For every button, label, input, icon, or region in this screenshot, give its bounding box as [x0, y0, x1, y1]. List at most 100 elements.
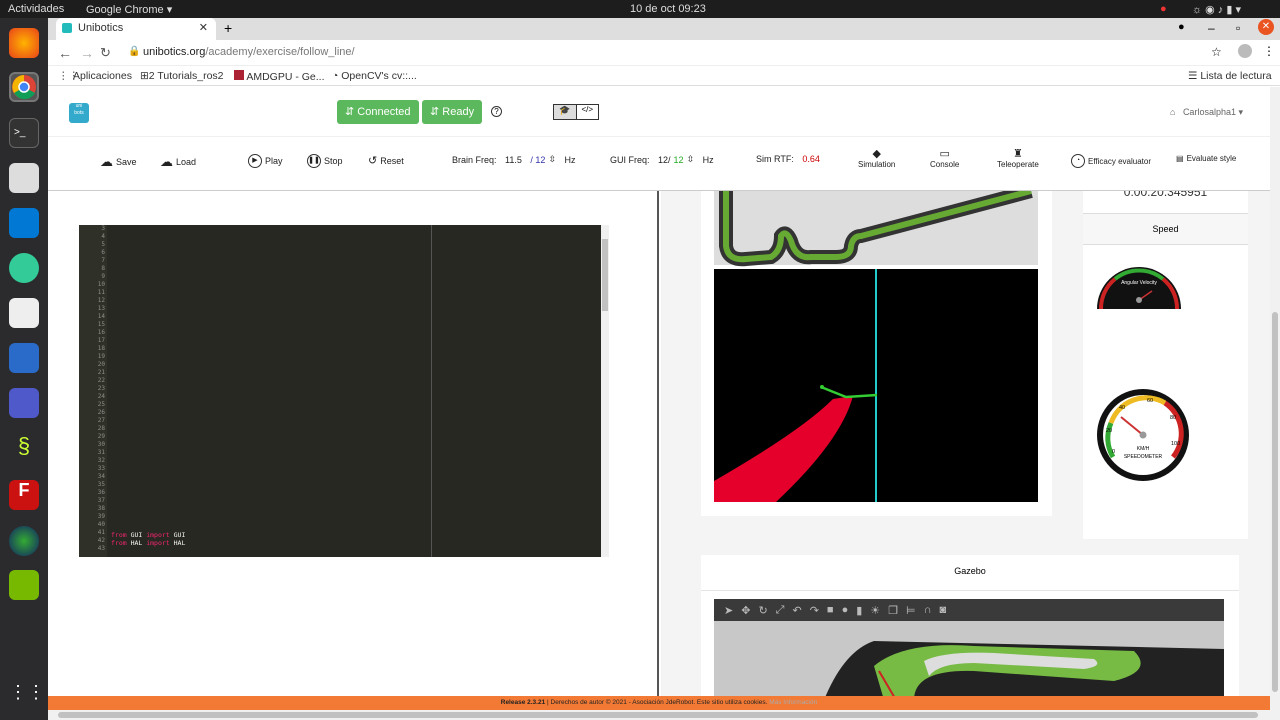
- close-tab-icon[interactable]: ✕: [199, 21, 208, 34]
- cylinder-shape-icon[interactable]: ▮: [856, 604, 862, 617]
- console-button[interactable]: ▭ Console: [930, 147, 959, 169]
- bookmark-opencv[interactable]: ◔ OpenCV's cv::...: [332, 70, 417, 82]
- page-scroll-thumb[interactable]: [1272, 312, 1278, 692]
- code-editor[interactable]: 3 4 5 6 7 8 9 10 11 12 13 14 15 16 17 18 19 20 21 22 23 24 25 2…: [79, 225, 609, 557]
- graduation-cap-icon[interactable]: 🎓: [554, 105, 576, 119]
- mode-toggle[interactable]: 🎓 </>: [553, 104, 599, 120]
- unibotics-logo[interactable]: uni bots: [69, 103, 89, 123]
- horizontal-scrollbar[interactable]: [48, 710, 1280, 720]
- profile-avatar[interactable]: [1238, 44, 1252, 58]
- page-scrollbar[interactable]: [1270, 87, 1280, 710]
- maximize-icon[interactable]: ▫: [1236, 21, 1240, 35]
- copy-icon[interactable]: ❐: [888, 604, 898, 617]
- ready-button[interactable]: ⇵ Ready: [422, 100, 483, 124]
- line-number: 37: [97, 497, 105, 504]
- svg-text:80: 80: [1170, 415, 1176, 421]
- stop-button[interactable]: ❚❚ Stop: [307, 154, 343, 168]
- teleoperate-button[interactable]: ♜ Teleoperate: [997, 147, 1039, 169]
- sphere-shape-icon[interactable]: ●: [842, 604, 849, 616]
- help-icon[interactable]: ?: [491, 106, 502, 117]
- brain-freq-stepper[interactable]: ⇳: [548, 154, 556, 165]
- sim-rtf: Sim RTF: 0.64: [756, 154, 820, 164]
- angular-velocity-gauge: Angular Velocity: [1097, 267, 1181, 310]
- simulation-button[interactable]: ◆ Simulation: [858, 147, 895, 169]
- code-icon[interactable]: </>: [575, 105, 599, 119]
- connected-button[interactable]: ⇵ Connected: [337, 100, 419, 124]
- rotate-tool-icon[interactable]: ↻: [758, 604, 767, 617]
- tab-unibotics[interactable]: Unibotics ✕: [56, 18, 216, 40]
- screenshot-icon[interactable]: [9, 298, 39, 328]
- bookmark-star-icon[interactable]: ☆: [1211, 45, 1222, 59]
- nvidia-icon[interactable]: [9, 570, 39, 600]
- magnet-icon[interactable]: ∩: [924, 604, 932, 616]
- select-tool-icon[interactable]: ➤: [724, 604, 733, 617]
- line-number: 39: [97, 513, 105, 520]
- gazebo-title: Gazebo: [701, 555, 1239, 591]
- line-number: 28: [97, 425, 105, 432]
- more-info-link[interactable]: Más Información: [769, 699, 817, 706]
- firefox-icon[interactable]: [9, 28, 39, 58]
- box-shape-icon[interactable]: ■: [827, 604, 834, 616]
- snake-icon[interactable]: §: [9, 433, 39, 463]
- translate-tool-icon[interactable]: ✥: [741, 604, 750, 617]
- joystick-icon: ♜: [1012, 148, 1023, 160]
- reset-button[interactable]: ↺ Reset: [368, 154, 404, 167]
- align-icon[interactable]: ⊨: [906, 604, 916, 617]
- writer-icon[interactable]: [9, 343, 39, 373]
- forward-icon[interactable]: →: [80, 45, 94, 61]
- reading-list[interactable]: ☰ Lista de lectura: [1188, 70, 1272, 82]
- gazebo-view[interactable]: ➤ ✥ ↻ ⤢ ↶ ↷ ■ ● ▮ ☀ ❐ ⊨ ∩ ◙: [714, 599, 1224, 696]
- scale-tool-icon[interactable]: ⤢: [776, 604, 785, 617]
- bookmark-aplicaciones[interactable]: Aplicaciones: [73, 70, 132, 82]
- user-menu[interactable]: ⌂ Carlosalpha1 ▾: [1170, 107, 1243, 118]
- light-icon[interactable]: ☀: [870, 604, 880, 617]
- atom-icon[interactable]: [9, 253, 39, 283]
- line-number: 22: [97, 377, 105, 384]
- close-window-icon[interactable]: ✕: [1258, 19, 1274, 35]
- horizontal-scroll-thumb[interactable]: [58, 712, 1258, 718]
- show-apps-icon[interactable]: ⋮⋮: [9, 682, 45, 712]
- brain-freq-target: / 12: [530, 154, 546, 165]
- minimize-icon[interactable]: –: [1208, 21, 1215, 35]
- svg-text:20: 20: [1106, 428, 1112, 434]
- bookmark-tutorials[interactable]: ⊞2 Tutorials_ros2: [140, 70, 224, 82]
- activities-button[interactable]: Actividades: [8, 3, 64, 15]
- line-number: 38: [97, 505, 105, 512]
- terminal-icon[interactable]: >_: [9, 118, 39, 148]
- gauge-icon: ◔: [1071, 154, 1085, 168]
- redo-icon[interactable]: ↷: [810, 604, 819, 617]
- files-icon[interactable]: [9, 163, 39, 193]
- cloud-upload-icon: ☁: [100, 154, 113, 169]
- line-number: 9: [101, 273, 105, 280]
- reload-icon[interactable]: ↻: [100, 45, 111, 61]
- editor-scrollbar[interactable]: [601, 225, 609, 557]
- teams-icon[interactable]: [9, 388, 39, 418]
- amdgpu-icon: [234, 70, 244, 80]
- new-tab-icon[interactable]: +: [224, 20, 232, 36]
- clock[interactable]: 10 de oct 09:23: [630, 3, 706, 15]
- url-field[interactable]: unibotics.org/academy/exercise/follow_li…: [143, 46, 355, 58]
- editor-scroll-thumb[interactable]: [602, 239, 608, 311]
- app-circle-icon[interactable]: [9, 526, 39, 556]
- efficacy-evaluator-button[interactable]: ◔ Efficacy evaluator: [1071, 154, 1151, 168]
- chrome-icon[interactable]: [9, 72, 39, 102]
- play-button[interactable]: ▶ Play: [248, 154, 283, 168]
- line-number: 19: [97, 353, 105, 360]
- tab-search-icon[interactable]: ●: [1178, 21, 1185, 33]
- undo-icon[interactable]: ↶: [792, 604, 801, 617]
- evaluate-style-button[interactable]: ▤ Evaluate style: [1176, 154, 1236, 163]
- vscode-icon[interactable]: [9, 208, 39, 238]
- screenshot-icon[interactable]: ◙: [940, 604, 947, 616]
- save-button[interactable]: ☁ Save: [100, 154, 137, 170]
- load-button[interactable]: ☁ Load: [160, 154, 196, 170]
- menu-kebab-icon[interactable]: ⋮: [1263, 44, 1275, 58]
- code-content[interactable]: from GUI import GUI from HAL import HAL: [111, 531, 185, 547]
- gui-freq-stepper[interactable]: ⇳: [687, 154, 695, 165]
- print-margin: [431, 225, 432, 557]
- line-number: 36: [97, 489, 105, 496]
- back-icon[interactable]: ←: [58, 45, 72, 61]
- app-menu[interactable]: Google Chrome ▾: [86, 3, 172, 16]
- bookmark-amdgpu[interactable]: AMDGPU - Ge...: [234, 70, 325, 83]
- system-tray-icons[interactable]: ☼ ◉ ♪ ▮ ▾: [1192, 3, 1241, 16]
- freecad-icon[interactable]: F: [9, 480, 39, 510]
